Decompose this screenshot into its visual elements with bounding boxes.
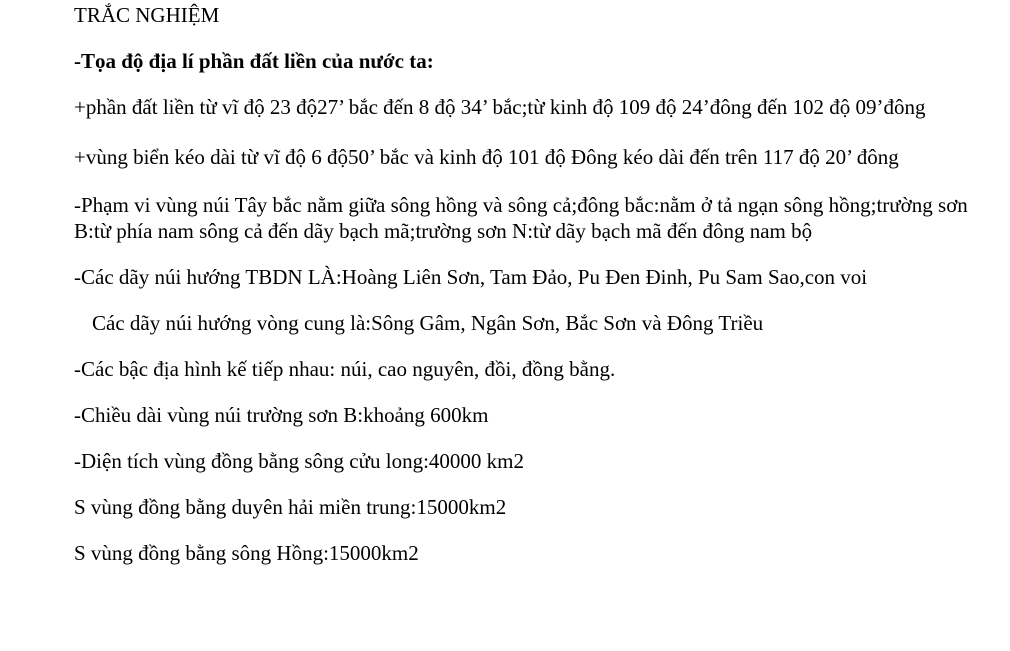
document-page: TRẮC NGHIỆM -Tọa độ địa lí phần đất liền…	[74, 0, 994, 566]
paragraph-mountain-regions: -Phạm vi vùng núi Tây bắc nằm giữa sông …	[74, 193, 968, 243]
document-heading: TRẮC NGHIỆM	[74, 3, 220, 27]
paragraph-terrain-steps: -Các bậc địa hình kế tiếp nhau: núi, cao…	[74, 357, 616, 381]
paragraph-nw-se-ranges: -Các dãy núi hướng TBDN LÀ:Hoàng Liên Sơ…	[74, 265, 868, 289]
paragraph-truong-son-length: -Chiều dài vùng núi trường sơn B:khoảng …	[74, 403, 489, 427]
paragraph-arc-ranges: Các dãy núi hướng vòng cung là:Sông Gâm,…	[92, 311, 764, 335]
paragraph-coordinates-title: -Tọa độ địa lí phần đất liền của nước ta…	[74, 49, 434, 73]
paragraph-red-river-delta-area: S vùng đồng bằng sông Hồng:15000km2	[74, 541, 419, 565]
paragraph-mekong-delta-area: -Diện tích vùng đồng bằng sông cửu long:…	[74, 449, 525, 473]
paragraph-sea-coordinates: +vùng biển kéo dài từ vĩ độ 6 độ50’ bắc …	[74, 145, 899, 169]
paragraph-mainland-coordinates: +phần đất liền từ vĩ độ 23 độ27’ bắc đến…	[74, 95, 926, 119]
paragraph-central-coast-area: S vùng đồng bằng duyên hải miền trung:15…	[74, 495, 507, 519]
